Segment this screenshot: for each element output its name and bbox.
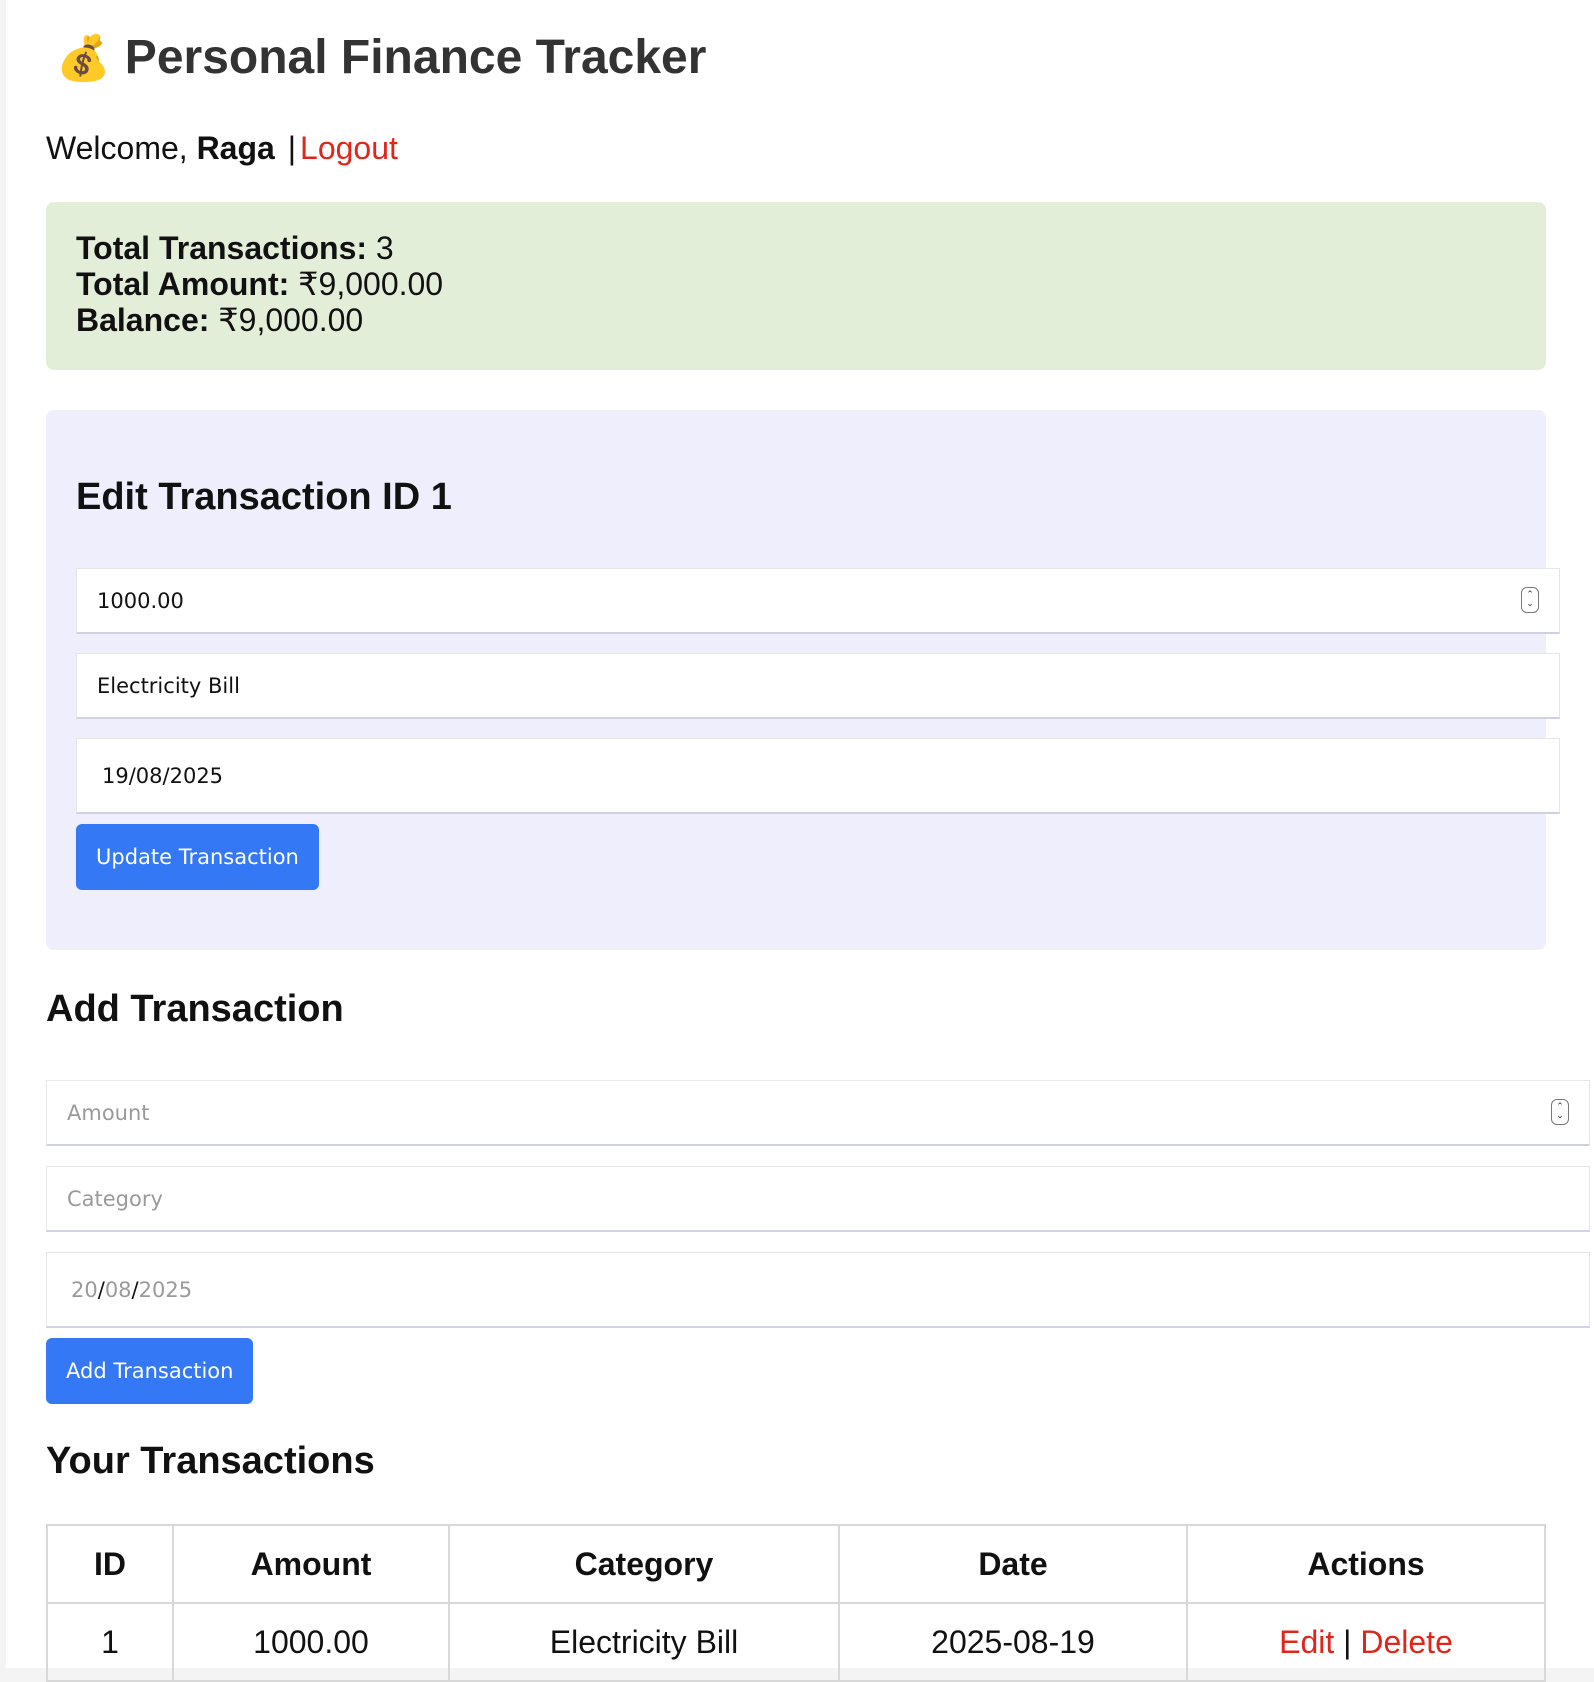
add-category-placeholder: Category bbox=[67, 1186, 163, 1211]
edit-date-input[interactable]: 19/08/2025 bbox=[76, 738, 1560, 814]
add-date-separator: / bbox=[97, 1277, 105, 1302]
logout-link[interactable]: Logout bbox=[300, 130, 398, 166]
page-title: 💰 Personal Finance Tracker bbox=[56, 30, 706, 85]
summary-balance: Balance: ₹9,000.00 bbox=[76, 302, 1516, 338]
cell-date: 2025-08-19 bbox=[838, 1602, 1188, 1682]
welcome-separator: | bbox=[287, 130, 297, 166]
balance-label: Balance: bbox=[76, 302, 210, 338]
header-category: Category bbox=[448, 1524, 840, 1604]
add-amount-placeholder: Amount bbox=[67, 1100, 150, 1125]
page-title-text: Personal Finance Tracker bbox=[124, 31, 707, 84]
header-amount: Amount bbox=[172, 1524, 450, 1604]
edit-amount-input[interactable]: 1000.00 ⌃ ⌄ bbox=[76, 568, 1560, 634]
header-id: ID bbox=[46, 1524, 174, 1604]
summary-panel: Total Transactions: 3 Total Amount: ₹9,0… bbox=[46, 202, 1546, 370]
cell-amount: 1000.00 bbox=[172, 1602, 450, 1682]
cell-actions: Edit | Delete bbox=[1186, 1602, 1546, 1682]
delete-link[interactable]: Delete bbox=[1360, 1624, 1453, 1660]
edit-category-input[interactable]: Electricity Bill bbox=[76, 653, 1560, 719]
edit-transaction-title: Edit Transaction ID 1 bbox=[76, 476, 452, 518]
welcome-prefix: Welcome, bbox=[46, 130, 188, 166]
summary-total-amount: Total Amount: ₹9,000.00 bbox=[76, 266, 1516, 302]
total-transactions-label: Total Transactions: bbox=[76, 230, 368, 266]
add-date-month: 08 bbox=[104, 1277, 132, 1302]
username: Raga bbox=[196, 130, 275, 166]
header-actions: Actions bbox=[1186, 1524, 1546, 1604]
summary-total-transactions: Total Transactions: 3 bbox=[76, 230, 1516, 266]
add-date-day: 20 bbox=[71, 1277, 98, 1302]
page: 💰 Personal Finance Tracker Welcome, Raga… bbox=[6, 0, 1594, 1682]
cell-id: 1 bbox=[46, 1602, 174, 1682]
add-amount-input[interactable]: Amount ⌃ ⌄ bbox=[46, 1080, 1590, 1146]
add-date-input[interactable]: 20/08/2025 bbox=[46, 1252, 1590, 1328]
balance-value: ₹9,000.00 bbox=[218, 302, 364, 338]
money-bag-icon: 💰 bbox=[56, 33, 111, 83]
action-separator: | bbox=[1343, 1623, 1352, 1660]
transactions-title: Your Transactions bbox=[46, 1440, 375, 1482]
total-amount-value: ₹9,000.00 bbox=[298, 266, 444, 302]
add-transaction-title: Add Transaction bbox=[46, 988, 344, 1030]
add-transaction-button[interactable]: Add Transaction bbox=[46, 1338, 254, 1404]
update-transaction-button[interactable]: Update Transaction bbox=[76, 824, 319, 890]
number-stepper-icon[interactable]: ⌃ ⌄ bbox=[1551, 1099, 1569, 1125]
add-category-input[interactable]: Category bbox=[46, 1166, 1590, 1232]
add-date-separator: / bbox=[131, 1277, 139, 1302]
add-date-year: 2025 bbox=[138, 1277, 193, 1302]
table-header-row: ID Amount Category Date Actions bbox=[46, 1524, 1546, 1604]
header-date: Date bbox=[838, 1524, 1188, 1604]
table-row: 1 1000.00 Electricity Bill 2025-08-19 Ed… bbox=[46, 1602, 1546, 1682]
total-transactions-value: 3 bbox=[375, 230, 394, 266]
edit-link[interactable]: Edit bbox=[1279, 1624, 1334, 1660]
edit-category-value: Electricity Bill bbox=[97, 673, 240, 698]
number-stepper-icon[interactable]: ⌃ ⌄ bbox=[1521, 587, 1539, 613]
transactions-table: ID Amount Category Date Actions 1 1000.0… bbox=[46, 1524, 1546, 1682]
cell-category: Electricity Bill bbox=[448, 1602, 840, 1682]
edit-date-value: 19/08/2025 bbox=[102, 763, 224, 788]
total-amount-label: Total Amount: bbox=[76, 266, 290, 302]
welcome-bar: Welcome, Raga | Logout bbox=[46, 130, 398, 167]
edit-amount-value: 1000.00 bbox=[97, 588, 184, 613]
